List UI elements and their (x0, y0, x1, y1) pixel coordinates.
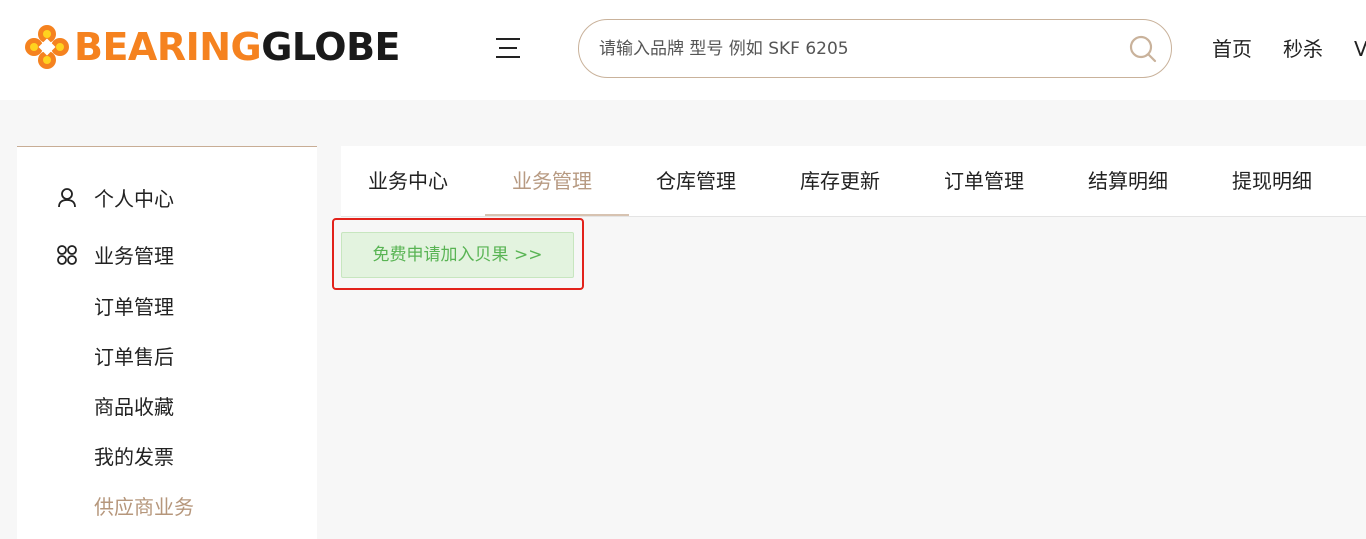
search-icon[interactable] (1128, 34, 1158, 64)
sidebar-sub-order-after-sales[interactable]: 订单售后 (94, 341, 174, 370)
tab-order-management[interactable]: 订单管理 (944, 146, 1024, 217)
header: BEARINGGLOBE 首页 秒杀 V (0, 0, 1366, 100)
menu-icon[interactable] (495, 36, 521, 60)
nav-home[interactable]: 首页 (1212, 34, 1252, 64)
sidebar-sub-supplier-business[interactable]: 供应商业务 (94, 491, 194, 520)
sidebar-item-label: 业务管理 (94, 244, 174, 268)
sidebar-sub-my-invoices[interactable]: 我的发票 (94, 441, 174, 470)
sidebar-item-business-management[interactable]: 业务管理 (56, 240, 174, 269)
tab-bar: 业务中心 业务管理 仓库管理 库存更新 订单管理 结算明细 提现明细 (341, 146, 1366, 217)
top-nav: 首页 秒杀 V (1212, 34, 1366, 64)
grid-icon (57, 244, 77, 265)
apply-join-button[interactable]: 免费申请加入贝果 >> (341, 232, 574, 278)
logo-wordmark: BEARINGGLOBE (74, 24, 401, 70)
tab-warehouse-management[interactable]: 仓库管理 (656, 146, 736, 217)
user-icon (58, 187, 76, 207)
sidebar-sub-order-management[interactable]: 订单管理 (94, 291, 174, 320)
search-box (578, 19, 1172, 78)
tab-business-center[interactable]: 业务中心 (368, 146, 448, 217)
tab-withdrawal-details[interactable]: 提现明细 (1232, 146, 1312, 217)
nav-item-truncated[interactable]: V (1354, 34, 1366, 64)
sidebar-item-label: 个人中心 (94, 187, 174, 211)
bearing-logo-icon (25, 25, 69, 69)
tab-settlement-details[interactable]: 结算明细 (1088, 146, 1168, 217)
sidebar-item-personal-center[interactable]: 个人中心 (56, 183, 174, 212)
logo-text-bearing: BEARING (74, 25, 262, 69)
search-input[interactable] (599, 32, 1119, 66)
nav-flash-sale[interactable]: 秒杀 (1283, 34, 1323, 64)
logo-text-globe: GLOBE (261, 25, 401, 69)
tab-business-management[interactable]: 业务管理 (512, 146, 592, 217)
sidebar-sub-favorites[interactable]: 商品收藏 (94, 391, 174, 420)
active-tab-indicator (485, 214, 629, 216)
brand-logo[interactable]: BEARINGGLOBE (24, 24, 401, 70)
tab-inventory-update[interactable]: 库存更新 (800, 146, 880, 217)
sidebar: 个人中心 业务管理 订单管理 订单售后 商品收藏 我的发票 供应商业务 (17, 146, 317, 539)
